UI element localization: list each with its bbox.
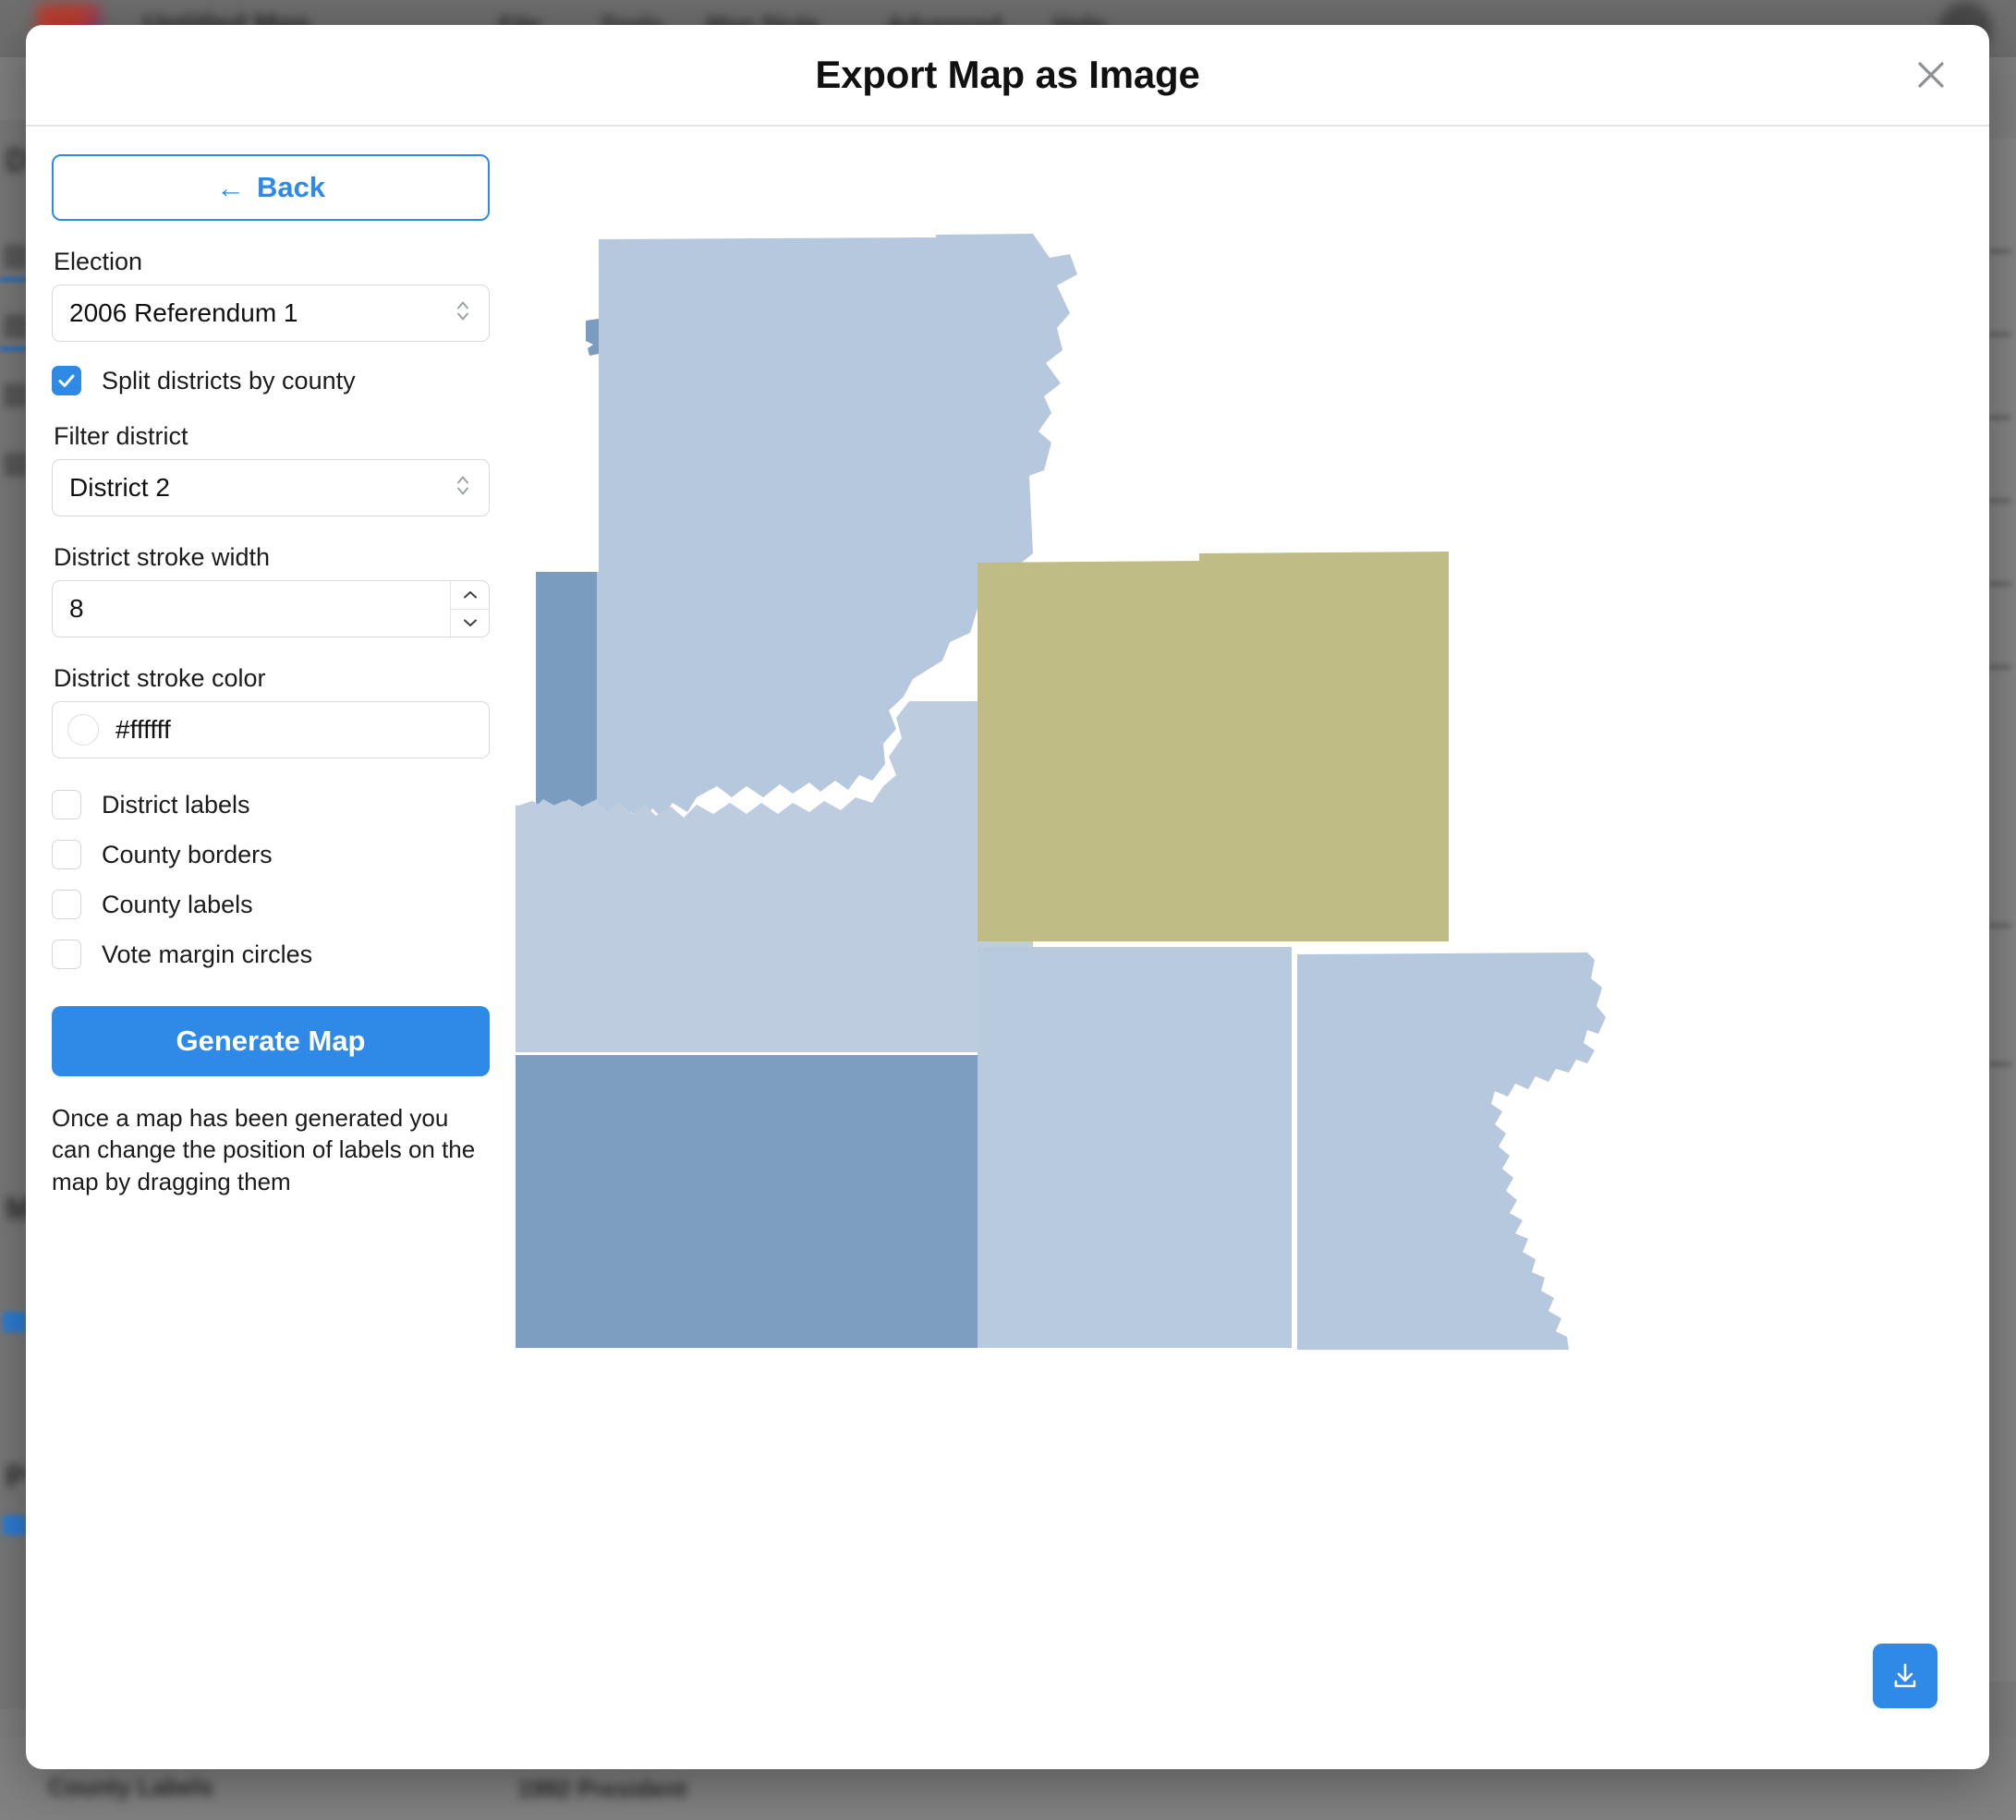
map-region-notch[interactable] xyxy=(586,319,599,356)
election-select-value: 2006 Referendum 1 xyxy=(69,298,298,328)
checkbox-box xyxy=(52,366,81,395)
checkbox-box xyxy=(52,790,81,819)
district-stroke-color-value: #ffffff xyxy=(115,715,171,745)
close-icon[interactable] xyxy=(1906,50,1956,100)
backdrop-sidebar-item xyxy=(4,314,28,338)
county-labels-checkbox[interactable]: County labels xyxy=(52,890,490,919)
stepper-decrement-button[interactable] xyxy=(451,609,489,637)
map-region-west-strip[interactable] xyxy=(536,572,597,816)
backdrop-chip xyxy=(3,1515,27,1535)
filter-district-select-value: District 2 xyxy=(69,473,170,503)
filter-district-label: Filter district xyxy=(54,422,490,451)
export-map-modal: Export Map as Image ← Back Election 2006… xyxy=(26,25,1989,1769)
district-stroke-color-field[interactable]: #ffffff xyxy=(52,701,490,758)
backdrop-sidebar-item xyxy=(4,383,28,407)
backdrop-footer-election: 1992 President xyxy=(517,1775,687,1803)
backdrop-right-row xyxy=(1988,1062,2010,1066)
download-icon[interactable] xyxy=(1873,1644,1937,1708)
county-borders-label: County borders xyxy=(102,841,273,869)
generate-map-button[interactable]: Generate Map xyxy=(52,1006,490,1076)
helper-text: Once a map has been generated you can ch… xyxy=(52,1102,490,1197)
map-region-south-center[interactable] xyxy=(978,947,1292,1348)
map-svg[interactable] xyxy=(516,165,1957,1607)
backdrop-right-row xyxy=(1988,416,2010,419)
district-labels-label: District labels xyxy=(102,791,250,819)
modal-body: ← Back Election 2006 Referendum 1 xyxy=(26,128,1989,1769)
backdrop-sidebar-accent xyxy=(0,346,28,351)
map-preview xyxy=(516,128,1989,1769)
vote-margin-circles-label: Vote margin circles xyxy=(102,940,312,969)
map-region-southwest[interactable] xyxy=(516,1055,1033,1348)
district-stroke-color-label: District stroke color xyxy=(54,664,490,693)
district-stroke-width-stepper[interactable]: 8 xyxy=(52,580,490,637)
back-button[interactable]: ← Back xyxy=(52,154,490,221)
arrow-left-icon: ← xyxy=(216,174,245,202)
backdrop-right-row xyxy=(1988,333,2010,336)
county-labels-label: County labels xyxy=(102,891,253,919)
split-districts-by-county-checkbox[interactable]: Split districts by county xyxy=(52,366,490,395)
checkbox-box xyxy=(52,940,81,969)
district-labels-checkbox[interactable]: District labels xyxy=(52,790,490,819)
checkbox-box xyxy=(52,840,81,869)
backdrop-chip xyxy=(3,1312,27,1332)
backdrop-footer-county-labels: County Labels xyxy=(48,1773,213,1802)
backdrop-section-p: P xyxy=(6,1460,27,1496)
split-districts-label: Split districts by county xyxy=(102,367,356,395)
backdrop-right-row xyxy=(1988,582,2010,586)
page-title: Export Map as Image xyxy=(26,25,1989,125)
election-select[interactable]: 2006 Referendum 1 xyxy=(52,285,490,342)
color-swatch[interactable] xyxy=(67,714,99,746)
map-region-east-olive[interactable] xyxy=(978,552,1449,941)
district-stroke-width-input[interactable]: 8 xyxy=(53,581,450,637)
checkbox-box xyxy=(52,890,81,919)
backdrop-sidebar-item xyxy=(4,245,28,269)
backdrop-right-row xyxy=(1988,499,2010,503)
filter-district-select-wrap: District 2 xyxy=(52,459,490,516)
stepper-increment-button[interactable] xyxy=(451,581,489,609)
backdrop-right-row xyxy=(1988,249,2010,253)
backdrop-right-row xyxy=(1988,924,2010,928)
county-borders-checkbox[interactable]: County borders xyxy=(52,840,490,869)
backdrop-section-d: D xyxy=(6,143,29,179)
backdrop-sidebar-item xyxy=(4,453,28,477)
back-button-label: Back xyxy=(257,171,325,204)
export-options-panel: ← Back Election 2006 Referendum 1 xyxy=(26,128,516,1769)
chevron-updown-icon xyxy=(455,297,471,330)
election-select-wrap: 2006 Referendum 1 xyxy=(52,285,490,342)
vote-margin-circles-checkbox[interactable]: Vote margin circles xyxy=(52,940,490,969)
district-stroke-width-label: District stroke width xyxy=(54,543,490,572)
backdrop-sidebar-accent xyxy=(0,277,28,282)
stepper-buttons xyxy=(450,581,489,637)
map-region-southeast[interactable] xyxy=(1297,952,1606,1350)
modal-header: Export Map as Image xyxy=(26,25,1989,127)
filter-district-select[interactable]: District 2 xyxy=(52,459,490,516)
backdrop-right-row xyxy=(1988,665,2010,669)
chevron-updown-icon xyxy=(455,472,471,504)
district-stroke-width-value: 8 xyxy=(69,594,84,624)
election-label: Election xyxy=(54,248,490,276)
